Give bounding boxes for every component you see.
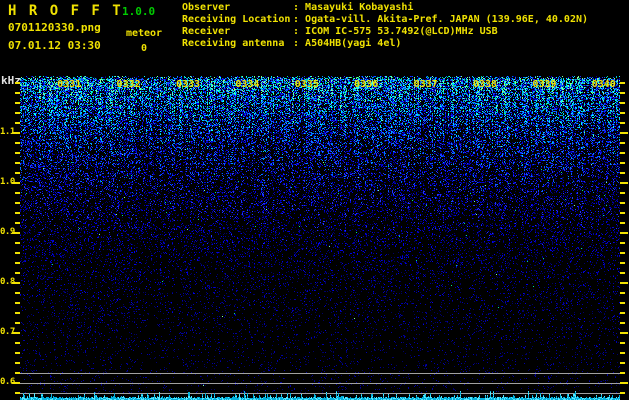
- freq-minor-tick: [15, 212, 20, 214]
- freq-minor-tick: [15, 222, 20, 224]
- freq-minor-tick: [15, 122, 20, 124]
- freq-minor-tick: [15, 172, 20, 174]
- info-value: ICOM IC-575 53.7492(@LCD)MHz USB: [305, 26, 498, 37]
- freq-major-tick: [12, 382, 20, 384]
- freq-minor-tick: [620, 392, 625, 394]
- station-info-row: Observer: Masayuki Kobayashi: [182, 2, 414, 13]
- freq-minor-tick: [620, 302, 625, 304]
- freq-major-tick: [12, 332, 20, 334]
- freq-minor-tick: [620, 92, 625, 94]
- freq-minor-tick: [15, 102, 20, 104]
- freq-minor-tick: [15, 322, 20, 324]
- time-label: 0335: [294, 79, 319, 90]
- freq-minor-tick: [15, 362, 20, 364]
- freq-major-tick: [12, 282, 20, 284]
- freq-minor-tick: [620, 362, 625, 364]
- station-info-row: Receiving Location: Ogata-vill. Akita-Pr…: [182, 14, 589, 25]
- freq-major-tick: [620, 132, 628, 134]
- freq-minor-tick: [620, 112, 625, 114]
- freq-minor-tick: [620, 172, 625, 174]
- freq-minor-tick: [15, 242, 20, 244]
- info-label: Observer: [182, 2, 231, 13]
- hrofft-window: H R O F F T 1.0.0 0701120330.png 07.01.1…: [0, 0, 629, 400]
- freq-minor-tick: [620, 162, 625, 164]
- info-value: Masayuki Kobayashi: [305, 2, 414, 13]
- freq-major-tick: [620, 182, 628, 184]
- freq-minor-tick: [15, 272, 20, 274]
- time-label: 0336: [354, 79, 379, 90]
- freq-major-tick: [620, 232, 628, 234]
- time-label: 0331: [57, 79, 82, 90]
- freq-minor-tick: [15, 152, 20, 154]
- freq-axis-unit: kHz: [1, 74, 21, 87]
- meteor-counter: meteor 0: [120, 28, 168, 54]
- freq-minor-tick: [620, 312, 625, 314]
- freq-minor-tick: [620, 192, 625, 194]
- freq-minor-tick: [620, 82, 625, 84]
- freq-minor-tick: [15, 192, 20, 194]
- freq-minor-tick: [620, 272, 625, 274]
- freq-minor-tick: [620, 212, 625, 214]
- freq-major-tick: [620, 282, 628, 284]
- app-title: H R O F F T: [8, 3, 123, 19]
- freq-major-tick: [12, 232, 20, 234]
- freq-minor-tick: [620, 372, 625, 374]
- meteor-label: meteor: [125, 28, 163, 39]
- freq-minor-tick: [15, 202, 20, 204]
- freq-minor-tick: [620, 152, 625, 154]
- freq-minor-tick: [15, 82, 20, 84]
- freq-minor-tick: [15, 342, 20, 344]
- time-label: 0333: [175, 79, 201, 90]
- time-label: 0338: [472, 79, 498, 90]
- time-label: 0337: [413, 79, 438, 90]
- freq-minor-tick: [15, 92, 20, 94]
- station-info: Observer: Masayuki Kobayashi Receiving Lo…: [182, 2, 588, 50]
- meteor-count: 0: [140, 43, 148, 54]
- freq-minor-tick: [15, 372, 20, 374]
- record-datetime: 07.01.12 03:30: [8, 39, 101, 52]
- station-info-row: Receiver: ICOM IC-575 53.7492(@LCD)MHz U…: [182, 26, 498, 37]
- info-label: Receiver: [182, 26, 231, 37]
- info-value: A504HB(yagi 4el): [305, 38, 402, 49]
- app-version: 1.0.0: [122, 5, 156, 18]
- freq-minor-tick: [15, 312, 20, 314]
- freq-minor-tick: [15, 112, 20, 114]
- freq-minor-tick: [15, 292, 20, 294]
- freq-major-tick: [620, 382, 628, 384]
- freq-minor-tick: [620, 142, 625, 144]
- freq-minor-tick: [620, 102, 625, 104]
- freq-minor-tick: [620, 322, 625, 324]
- info-label: Receiving Location: [182, 14, 291, 25]
- freq-minor-tick: [15, 262, 20, 264]
- freq-minor-tick: [15, 392, 20, 394]
- info-label: Receiving antenna: [182, 38, 285, 49]
- time-label: 0332: [116, 79, 141, 90]
- freq-minor-tick: [15, 142, 20, 144]
- freq-minor-tick: [15, 302, 20, 304]
- freq-major-tick: [620, 332, 628, 334]
- spectrogram-canvas: [20, 76, 620, 400]
- freq-major-tick: [12, 132, 20, 134]
- freq-minor-tick: [620, 292, 625, 294]
- freq-minor-tick: [620, 122, 625, 124]
- station-info-row: Receiving antenna: A504HB(yagi 4el): [182, 38, 402, 49]
- time-label: 0339: [532, 79, 557, 90]
- time-label: 0334: [235, 79, 260, 90]
- freq-minor-tick: [620, 252, 625, 254]
- info-value: Ogata-vill. Akita-Pref. JAPAN (139.96E, …: [305, 14, 589, 25]
- file-name: 0701120330.png: [8, 21, 101, 34]
- freq-minor-tick: [15, 352, 20, 354]
- freq-minor-tick: [620, 342, 625, 344]
- freq-minor-tick: [620, 242, 625, 244]
- freq-minor-tick: [620, 262, 625, 264]
- freq-minor-tick: [620, 222, 625, 224]
- time-label: 0340: [591, 79, 616, 90]
- freq-major-tick: [12, 182, 20, 184]
- freq-minor-tick: [15, 252, 20, 254]
- freq-minor-tick: [620, 352, 625, 354]
- freq-minor-tick: [15, 162, 20, 164]
- freq-minor-tick: [620, 202, 625, 204]
